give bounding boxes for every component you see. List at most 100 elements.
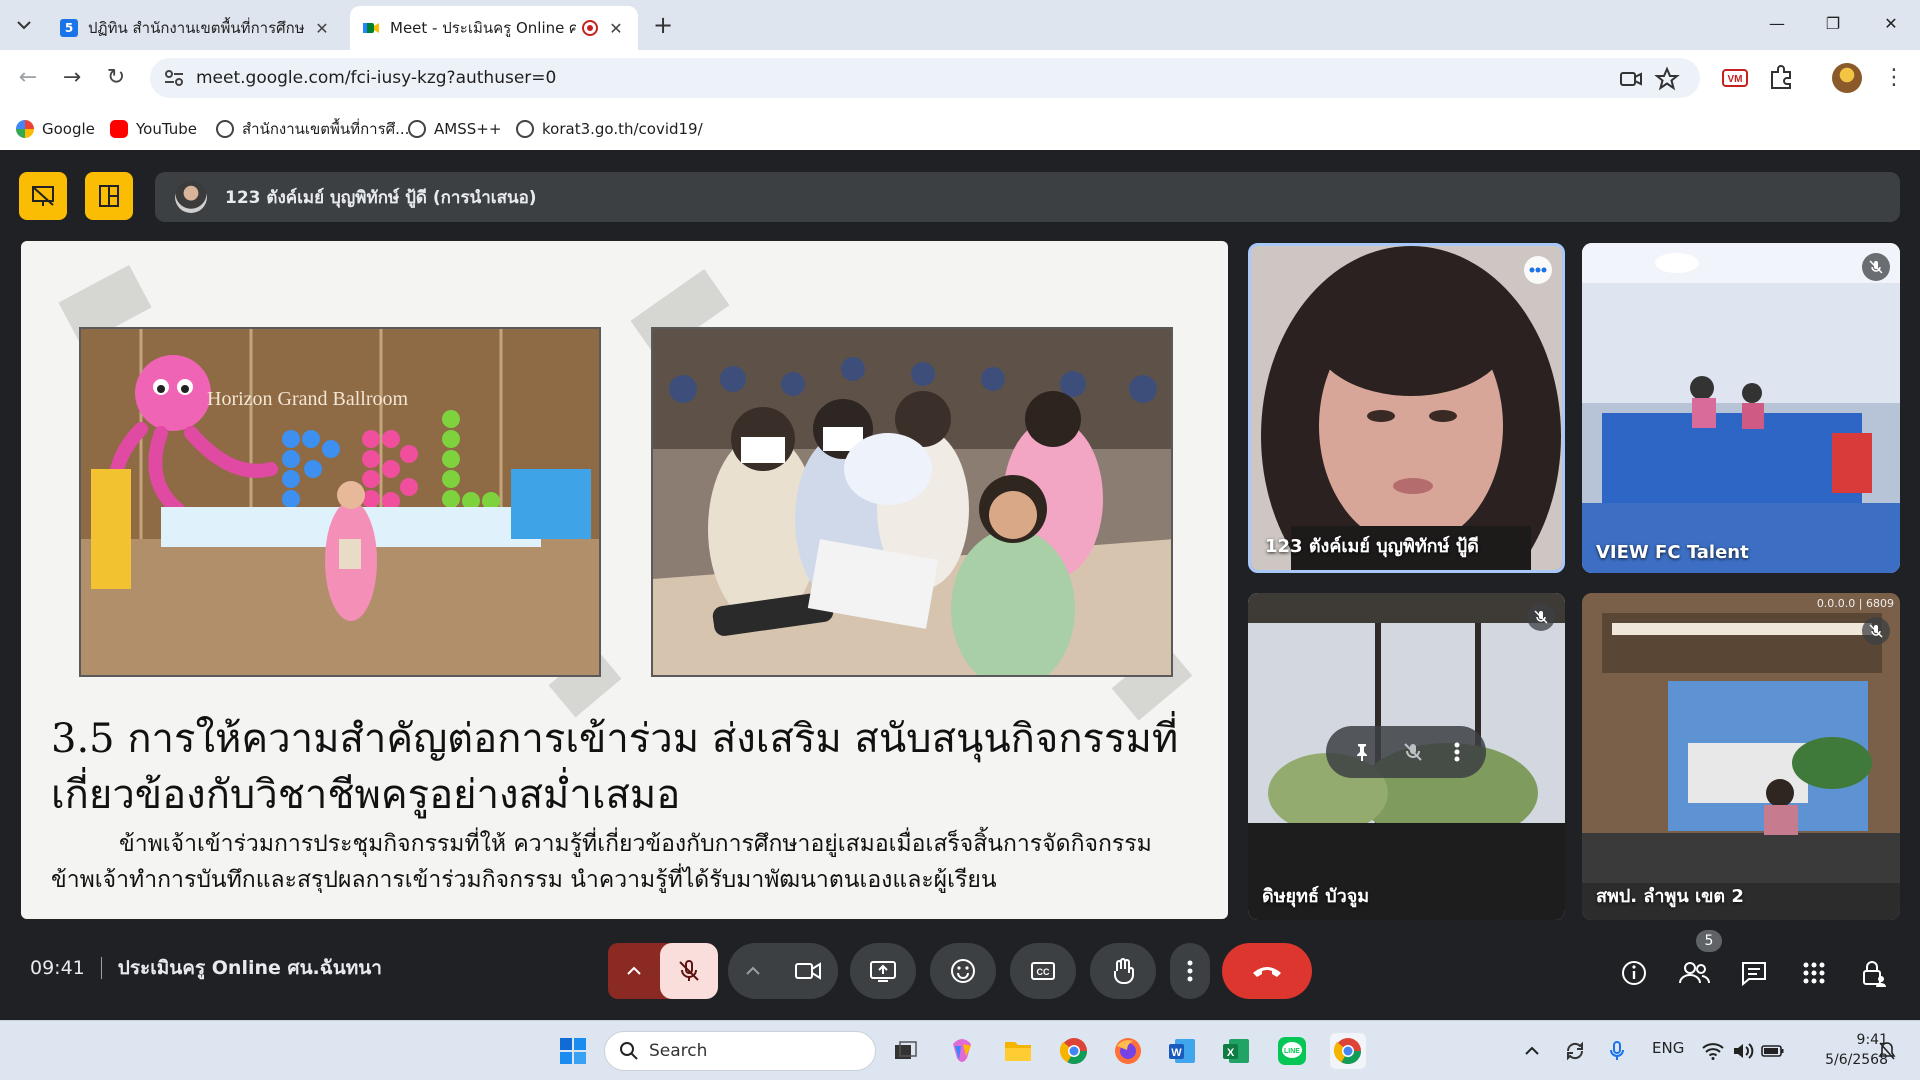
more-options-button[interactable] (1170, 943, 1210, 999)
tab-search-button[interactable] (10, 11, 38, 39)
participant-tile-presenter[interactable]: 123 ตังค์เมย์ บุญพิทักษ์ ปู้ดี (1248, 243, 1565, 573)
bookmark-korat3[interactable]: korat3.go.th/covid19/ (516, 118, 703, 140)
bookmark-star-icon[interactable] (1654, 66, 1680, 92)
activities-button[interactable] (1794, 953, 1834, 993)
more-vert-icon[interactable] (1453, 741, 1461, 763)
video-options-button[interactable] (728, 943, 778, 999)
site-settings-icon[interactable] (164, 69, 184, 87)
chevron-up-icon (746, 966, 760, 975)
new-tab-button[interactable]: + (648, 10, 678, 40)
audio-options-button[interactable] (608, 943, 660, 999)
microphone-icon (1610, 1041, 1624, 1060)
activity-photo-pbl: Horizon Grand Ballroom (79, 327, 601, 677)
hide-presentation-button[interactable] (19, 172, 67, 220)
more-options-button[interactable] (1524, 256, 1552, 284)
chevron-up-icon (1525, 1046, 1539, 1055)
meeting-info: 09:41 ประเมินครู Online ศน.ฉันทนา (30, 950, 382, 986)
bookmark-label: AMSS++ (434, 120, 502, 138)
tab-title: ปฏิทิน สำนักงานเขตพื้นที่การศึกษาป (88, 19, 304, 37)
layout-button[interactable] (85, 172, 133, 220)
microphone-toggle-button[interactable] (660, 943, 718, 999)
pin-icon[interactable] (1351, 741, 1373, 763)
close-window-button[interactable]: ✕ (1868, 8, 1914, 40)
address-bar[interactable]: meet.google.com/fci-iusy-kzg?authuser=0 (150, 58, 1700, 98)
profile-avatar[interactable] (1832, 63, 1862, 93)
participant-video (1582, 243, 1900, 573)
bookmark-youtube[interactable]: YouTube (110, 118, 197, 140)
file-explorer-button[interactable] (1000, 1033, 1036, 1069)
notifications-button[interactable] (1872, 1033, 1902, 1069)
camera-in-use-icon[interactable] (1618, 66, 1644, 92)
tray-overflow-button[interactable] (1520, 1033, 1544, 1069)
presentation-slide: Horizon Grand Ballroom 3.5 การให้ความสำค… (21, 241, 1228, 919)
windows-taskbar: Search W X LINE ENG 9:41 5/6/2568 (0, 1020, 1920, 1080)
forward-button[interactable]: → (56, 62, 88, 94)
copilot-button[interactable] (944, 1033, 980, 1069)
leave-call-button[interactable] (1222, 943, 1312, 999)
battery-tray-icon[interactable] (1758, 1033, 1788, 1069)
close-tab-icon[interactable]: ✕ (606, 19, 626, 38)
restore-button[interactable]: ❐ (1810, 8, 1856, 40)
firefox-button[interactable] (1110, 1033, 1146, 1069)
bookmark-amss[interactable]: AMSS++ (408, 118, 501, 140)
chrome-icon (1333, 1038, 1362, 1065)
minimize-button[interactable]: — (1754, 8, 1800, 40)
extensions-puzzle-icon[interactable] (1766, 63, 1796, 93)
task-view-button[interactable] (888, 1033, 924, 1069)
word-icon: W (1169, 1039, 1195, 1063)
host-controls-button[interactable] (1854, 953, 1894, 993)
globe-icon (516, 120, 534, 138)
start-button[interactable] (555, 1033, 591, 1069)
participant-tile-lamphun[interactable]: 0.0.0.0 | 6809 สพป. ลำพูน เขต 2 (1582, 593, 1900, 920)
participant-tile-view-fc[interactable]: VIEW FC Talent (1582, 243, 1900, 573)
raise-hand-button[interactable] (1090, 943, 1156, 999)
mic-off-icon (679, 960, 699, 981)
copilot-icon (953, 1039, 971, 1062)
chrome-menu-icon[interactable]: ⋮ (1878, 62, 1910, 94)
bookmark-google[interactable]: Google (16, 118, 95, 140)
mic-off-icon (1534, 610, 1548, 624)
line-button[interactable]: LINE (1274, 1033, 1310, 1069)
lock-person-icon (1863, 961, 1886, 987)
url-text: meet.google.com/fci-iusy-kzg?authuser=0 (196, 68, 557, 88)
reactions-button[interactable] (930, 943, 996, 999)
captions-button[interactable]: CC (1010, 943, 1076, 999)
presentation-off-icon (32, 186, 54, 206)
slide-body-line: ข้าพเจ้าเข้าร่วมการประชุมกิจกรรมที่ให้ ค… (119, 831, 1152, 857)
meeting-details-button[interactable] (1614, 953, 1654, 993)
word-button[interactable]: W (1164, 1033, 1200, 1069)
slide-heading: 3.5 การให้ความสำคัญต่อการเข้าร่วม ส่งเสร… (51, 711, 1211, 823)
globe-icon (408, 120, 426, 138)
bookmark-area-office[interactable]: สำนักงานเขตพื้นที่การศึ... (216, 118, 409, 140)
excel-button[interactable]: X (1218, 1033, 1254, 1069)
people-button[interactable] (1674, 953, 1714, 993)
mic-tray-icon[interactable] (1602, 1033, 1632, 1069)
participant-name: VIEW FC Talent (1596, 542, 1749, 563)
tile-hover-controls (1326, 726, 1486, 778)
extension-vm-icon[interactable]: VM (1720, 63, 1750, 93)
close-tab-icon[interactable]: ✕ (312, 19, 332, 38)
sync-tray-icon[interactable] (1560, 1033, 1590, 1069)
svg-text:W: W (1171, 1047, 1182, 1059)
chat-button[interactable] (1734, 953, 1774, 993)
muted-indicator (1862, 617, 1890, 645)
present-screen-button[interactable] (850, 943, 916, 999)
camera-toggle-button[interactable] (778, 943, 838, 999)
slide-heading-line: เกี่ยวข้องกับวิชาชีพครูอย่างสม่ำเสมอ (51, 772, 681, 818)
tab-calendar[interactable]: 5 ปฏิทิน สำนักงานเขตพื้นที่การศึกษาป ✕ (48, 6, 344, 50)
participant-tile-ditsayut[interactable]: ดิษยุทธ์ บัวจูม (1248, 593, 1565, 920)
back-button[interactable]: ← (12, 62, 44, 94)
chrome-button[interactable] (1056, 1033, 1092, 1069)
firefox-icon (1115, 1038, 1141, 1064)
mic-off-icon (1869, 260, 1883, 274)
screen: 5 ปฏิทิน สำนักงานเขตพื้นที่การศึกษาป ✕ M… (0, 0, 1920, 1080)
chrome-active-button[interactable] (1330, 1033, 1366, 1069)
wifi-tray-icon[interactable] (1698, 1033, 1728, 1069)
input-language[interactable]: ENG (1652, 1039, 1684, 1057)
volume-tray-icon[interactable] (1728, 1033, 1758, 1069)
taskbar-search[interactable]: Search (604, 1031, 876, 1071)
camera-control-group (728, 943, 838, 999)
tab-meet[interactable]: Meet - ประเมินครู Online ศน. ✕ (350, 6, 638, 50)
mute-participant-icon[interactable] (1402, 741, 1424, 763)
reload-button[interactable]: ↻ (100, 62, 132, 94)
